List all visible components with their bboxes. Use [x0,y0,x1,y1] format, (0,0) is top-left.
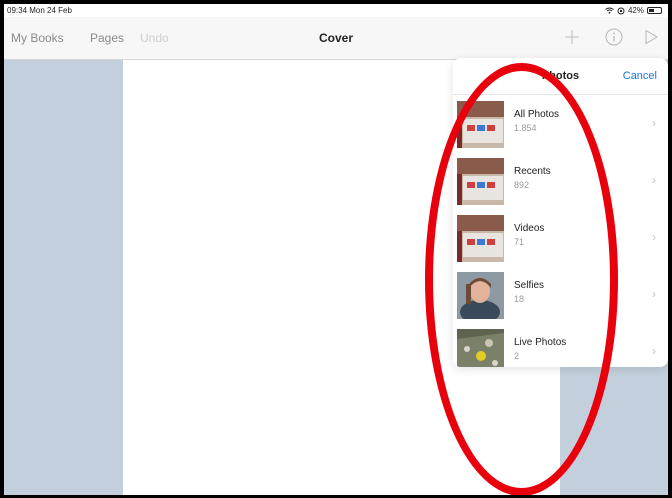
album-name: Videos [514,223,545,234]
chevron-right-icon: › [652,230,656,244]
chevron-right-icon: › [652,116,656,130]
album-name: Recents [514,166,551,177]
album-count: 71 [514,237,525,247]
chevron-right-icon: › [652,344,656,358]
popover-header: Photos Cancel [453,58,668,95]
nav-bar: My Books Pages Undo Cover [4,17,668,60]
status-time: 09:34 Mon 24 Feb [7,6,72,15]
photos-popover: Photos Cancel All Photos 1.854 › Recents… [453,58,668,367]
battery-percent: 42% [627,6,644,15]
album-name: Live Photos [514,337,567,348]
info-icon[interactable] [603,26,625,48]
album-name: Selfies [514,280,545,291]
play-preview-icon[interactable] [640,26,662,48]
album-thumbnail [457,215,504,262]
status-right: 42% [605,6,662,15]
album-count: 18 [514,294,525,304]
status-bar: 09:34 Mon 24 Feb 42% [4,4,668,17]
album-thumbnail [457,158,504,205]
cancel-button[interactable]: Cancel [623,70,657,82]
chevron-right-icon: › [652,287,656,301]
album-count: 1.854 [514,123,537,133]
chevron-right-icon: › [652,173,656,187]
add-icon[interactable] [561,26,583,48]
orientation-lock-icon [617,7,625,14]
battery-icon [647,7,662,14]
wifi-icon [605,7,614,14]
album-row-recents[interactable]: Recents 892 › [453,152,668,209]
album-count: 2 [514,351,520,361]
album-row-videos[interactable]: Videos 71 › [453,209,668,266]
album-thumbnail [457,329,504,367]
album-name: All Photos [514,109,560,120]
album-row-selfies[interactable]: Selfies 18 › [453,266,668,323]
album-count: 892 [514,180,530,190]
screenshot-frame: 09:34 Mon 24 Feb 42% My Books Pages Undo… [0,0,672,498]
album-row-all-photos[interactable]: All Photos 1.854 › [453,95,668,152]
ipad-screen: 09:34 Mon 24 Feb 42% My Books Pages Undo… [4,4,668,495]
album-row-live-photos[interactable]: Live Photos 2 › [453,323,668,367]
album-thumbnail [457,101,504,148]
album-thumbnail [457,272,504,319]
